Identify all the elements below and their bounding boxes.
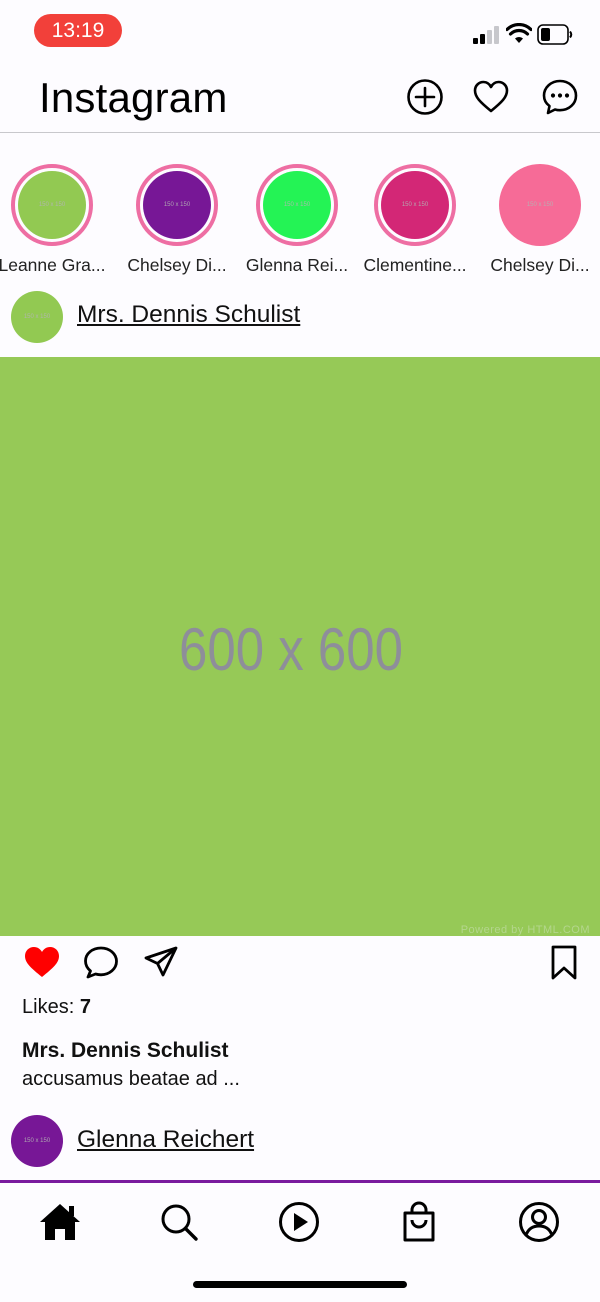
post-actions	[0, 940, 600, 984]
shopping-bag-icon[interactable]	[397, 1200, 441, 1244]
likes-count: Likes: 7	[22, 996, 91, 1019]
story-avatar: 150 x 150	[18, 171, 86, 239]
story-ring: 150 x 150	[136, 164, 218, 246]
story-username: Glenna Rei...	[245, 255, 349, 275]
story-username: Leanne Gra...	[0, 255, 106, 275]
avatar-placeholder-label: 150 x 150	[23, 314, 51, 320]
heart-filled-icon[interactable]	[23, 944, 61, 980]
cellular-signal-icon	[473, 26, 501, 44]
story-avatar: 150 x 150	[143, 171, 211, 239]
powered-by-watermark: Powered by HTML.COM	[460, 924, 590, 936]
bottom-nav	[0, 1180, 600, 1302]
send-icon[interactable]	[142, 944, 180, 980]
search-icon[interactable]	[157, 1200, 201, 1244]
story-ring: 150 x 150	[256, 164, 338, 246]
story-avatar: 150 x 150	[263, 171, 331, 239]
story-ring: 150 x 150	[499, 164, 581, 246]
story-username: Chelsey Di...	[490, 255, 590, 275]
story-item[interactable]: 150 x 150 Clementine...	[355, 158, 475, 280]
story-item[interactable]: 150 x 150 Leanne Gra...	[0, 158, 112, 280]
story-avatar: 150 x 150	[381, 171, 449, 239]
battery-icon	[537, 24, 573, 45]
status-time: 13:19	[34, 14, 122, 47]
story-avatar: 150 x 150	[499, 164, 581, 246]
avatar-placeholder-label: 150 x 150	[163, 202, 191, 208]
avatar[interactable]: 150 x 150	[11, 291, 63, 343]
reels-play-icon[interactable]	[277, 1200, 321, 1244]
post-username-link[interactable]: Mrs. Dennis Schulist	[77, 301, 300, 329]
likes-label: Likes:	[22, 996, 75, 1018]
heart-outline-icon[interactable]	[472, 78, 510, 116]
plus-circle-icon[interactable]	[406, 78, 444, 116]
story-username: Clementine...	[363, 255, 467, 275]
story-username: Chelsey Di...	[127, 255, 227, 275]
post-header: 150 x 150 Mrs. Dennis Schulist	[0, 283, 600, 353]
profile-icon[interactable]	[517, 1200, 561, 1244]
bookmark-icon[interactable]	[545, 944, 583, 980]
image-placeholder-label: 600 x 600	[178, 616, 404, 683]
status-bar: 13:19	[0, 0, 600, 62]
story-item[interactable]: 150 x 150 Glenna Rei...	[237, 158, 357, 280]
caption-username[interactable]: Mrs. Dennis Schulist	[22, 1039, 229, 1063]
avatar-placeholder-label: 150 x 150	[38, 202, 66, 208]
stories-row: 150 x 150 Leanne Gra... 150 x 150 Chelse…	[0, 158, 600, 280]
avatar-placeholder-label: 150 x 150	[283, 202, 311, 208]
avatar[interactable]: 150 x 150	[11, 1115, 63, 1167]
next-post-header: 150 x 150 Glenna Reichert	[0, 1112, 600, 1178]
home-indicator	[193, 1281, 407, 1288]
wifi-icon	[506, 23, 532, 43]
story-ring: 150 x 150	[374, 164, 456, 246]
instagram-logo: Instagram	[39, 74, 228, 121]
avatar-placeholder-label: 150 x 150	[23, 1138, 51, 1144]
post-image[interactable]: 600 x 600 Powered by HTML.COM	[0, 357, 600, 936]
story-ring: 150 x 150	[11, 164, 93, 246]
caption-text: accusamus beatae ad ...	[22, 1068, 240, 1090]
story-item[interactable]: 150 x 150 Chelsey Di...	[117, 158, 237, 280]
post-username-link[interactable]: Glenna Reichert	[77, 1126, 254, 1154]
likes-number: 7	[79, 996, 91, 1018]
avatar-placeholder-label: 150 x 150	[401, 202, 429, 208]
home-icon[interactable]	[38, 1200, 82, 1244]
app-header: Instagram	[0, 62, 600, 133]
avatar-placeholder-label: 150 x 150	[526, 202, 554, 208]
story-item[interactable]: 150 x 150 Chelsey Di...	[480, 158, 600, 280]
message-bubble-icon[interactable]	[541, 78, 579, 116]
comment-icon[interactable]	[82, 944, 120, 980]
